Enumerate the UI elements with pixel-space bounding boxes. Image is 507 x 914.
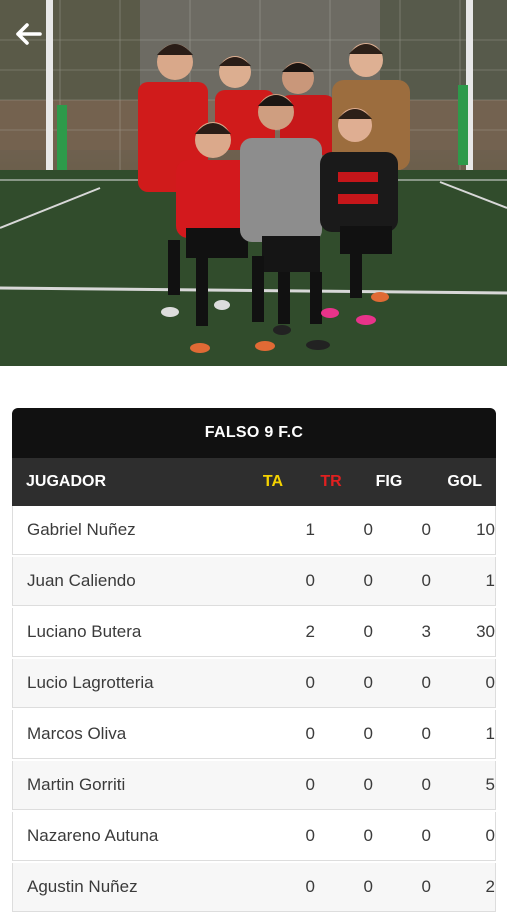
table-row[interactable]: Agustin Nuñez 0 0 0 2 xyxy=(12,863,496,912)
player-name: Lucio Lagrotteria xyxy=(27,673,154,692)
player-name: Luciano Butera xyxy=(27,622,142,641)
team-photo xyxy=(0,0,507,366)
player-fig: 0 xyxy=(421,826,431,845)
table-row[interactable]: Luciano Butera 2 0 3 30 xyxy=(12,608,496,657)
player-ta: 0 xyxy=(305,877,315,896)
player-name: Agustin Nuñez xyxy=(27,877,138,896)
arrow-left-icon xyxy=(16,23,42,45)
column-tr: TR xyxy=(320,473,342,490)
column-gol: GOL xyxy=(447,473,482,490)
player-tr: 0 xyxy=(363,622,373,641)
team-name: FALSO 9 F.C xyxy=(12,408,496,458)
player-gol: 5 xyxy=(485,775,495,794)
back-button[interactable] xyxy=(14,22,54,58)
player-tr: 0 xyxy=(363,775,373,794)
player-list: Gabriel Nuñez 1 0 0 10 Juan Caliendo 0 0… xyxy=(12,506,496,912)
player-gol: 0 xyxy=(485,673,495,692)
team-stats-table: FALSO 9 F.C JUGADOR TA TR FIG GOL Gabrie… xyxy=(12,408,496,914)
player-gol: 1 xyxy=(485,571,495,590)
player-tr: 0 xyxy=(363,673,373,692)
player-ta: 2 xyxy=(305,622,315,641)
player-name: Martin Gorriti xyxy=(27,775,126,794)
player-name: Nazareno Autuna xyxy=(27,826,159,845)
player-gol: 2 xyxy=(485,877,495,896)
player-ta: 0 xyxy=(305,571,315,590)
player-fig: 0 xyxy=(421,520,431,539)
table-header-row: JUGADOR TA TR FIG GOL xyxy=(12,458,496,506)
player-ta: 0 xyxy=(305,673,315,692)
player-name: Gabriel Nuñez xyxy=(27,520,136,539)
table-row[interactable]: Juan Caliendo 0 0 0 1 xyxy=(12,557,496,606)
player-tr: 0 xyxy=(363,520,373,539)
column-player: JUGADOR xyxy=(26,473,107,490)
player-tr: 0 xyxy=(363,724,373,743)
player-name: Marcos Oliva xyxy=(27,724,127,743)
player-fig: 0 xyxy=(421,724,431,743)
player-gol: 30 xyxy=(476,622,495,641)
player-fig: 0 xyxy=(421,877,431,896)
player-gol: 1 xyxy=(485,724,495,743)
player-ta: 1 xyxy=(305,520,315,539)
table-row[interactable]: Gabriel Nuñez 1 0 0 10 xyxy=(12,506,496,555)
player-tr: 0 xyxy=(363,571,373,590)
column-ta: TA xyxy=(262,473,284,490)
table-row[interactable]: Nazareno Autuna 0 0 0 0 xyxy=(12,812,496,861)
player-tr: 0 xyxy=(363,826,373,845)
table-row[interactable]: Martin Gorriti 0 0 0 5 xyxy=(12,761,496,810)
player-tr: 0 xyxy=(363,877,373,896)
player-ta: 0 xyxy=(305,775,315,794)
player-gol: 0 xyxy=(485,826,495,845)
player-gol: 10 xyxy=(476,520,495,539)
player-ta: 0 xyxy=(305,724,315,743)
table-row[interactable]: Lucio Lagrotteria 0 0 0 0 xyxy=(12,659,496,708)
table-row[interactable]: Marcos Oliva 0 0 0 1 xyxy=(12,710,496,759)
player-fig: 3 xyxy=(421,622,431,641)
player-fig: 0 xyxy=(421,673,431,692)
player-fig: 0 xyxy=(421,571,431,590)
player-name: Juan Caliendo xyxy=(27,571,136,590)
player-ta: 0 xyxy=(305,826,315,845)
player-fig: 0 xyxy=(421,775,431,794)
team-photo-illustration xyxy=(0,0,507,366)
column-fig: FIG xyxy=(375,473,403,490)
